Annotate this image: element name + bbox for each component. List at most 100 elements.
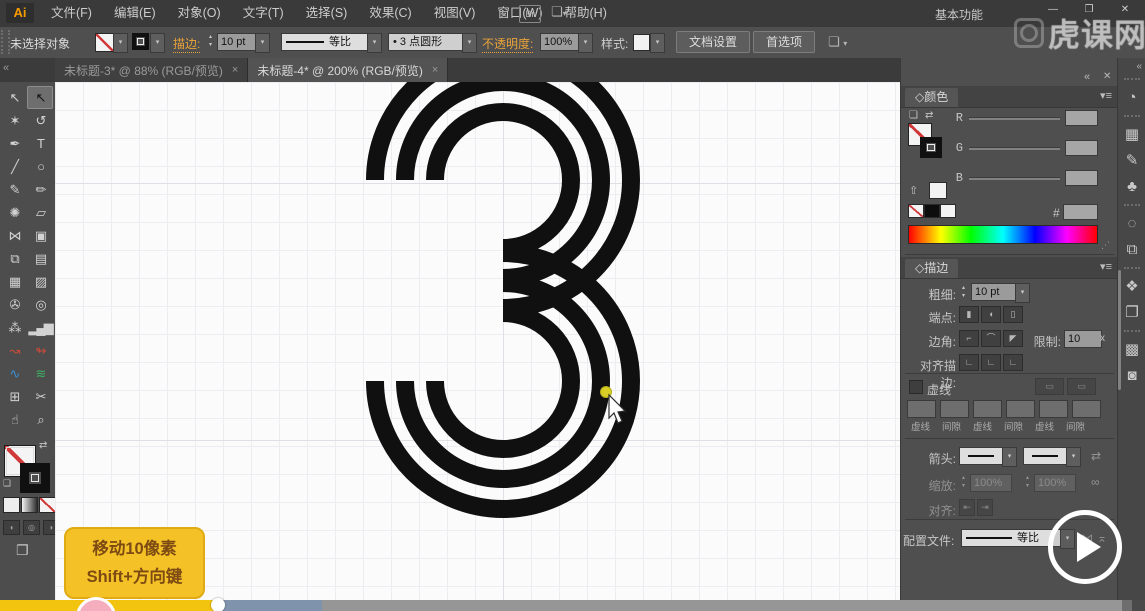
tab-close-icon[interactable]: × (432, 64, 438, 76)
channel-value-input[interactable] (1065, 110, 1098, 126)
arrowhead-start-dropdown[interactable]: ▾ (1002, 447, 1017, 467)
video-progress-bar[interactable] (0, 600, 1145, 611)
color-guide-panel-icon[interactable]: ◔ (1120, 85, 1144, 109)
brush-definition-select[interactable]: • 3 点圆形 (388, 33, 470, 51)
artboard-tool[interactable]: ⊞ (2, 386, 26, 407)
ellipse-tool[interactable]: ○ (28, 156, 52, 177)
menu-type[interactable]: 文字(T) (232, 0, 295, 27)
preferences-button[interactable]: 首选项 (753, 31, 815, 53)
variable-width-dropdown[interactable]: ▾ (367, 33, 382, 53)
menu-edit[interactable]: 编辑(E) (103, 0, 167, 27)
menu-file[interactable]: 文件(F) (40, 0, 103, 27)
opacity-label[interactable]: 不透明度: (482, 35, 533, 53)
channel-slider[interactable] (969, 177, 1060, 180)
paintbrush-tool[interactable]: ✎ (2, 179, 26, 200)
symbols-panel-icon[interactable]: ♣ (1120, 174, 1144, 198)
black-swatch[interactable] (924, 204, 940, 218)
tab-untitled-3[interactable]: 未标题-3* @ 88% (RGB/预览) × (55, 58, 248, 82)
dock-group-handle[interactable] (1124, 204, 1140, 209)
gradient-mode-button[interactable] (21, 497, 38, 513)
channel-value-input[interactable] (1065, 140, 1098, 156)
dash-value-input[interactable] (940, 400, 969, 418)
options-bar-grip[interactable] (1, 30, 10, 54)
plugin-green-wave-tool[interactable]: ≋ (28, 363, 52, 384)
dock-group-handle[interactable] (1124, 115, 1140, 120)
arrowhead-end-select[interactable] (1023, 447, 1067, 465)
dash-preserve-button[interactable]: ▭ (1067, 378, 1096, 395)
channel-slider[interactable] (969, 117, 1060, 120)
stroke-panel-menu-icon[interactable]: ▾≡ (1100, 260, 1112, 273)
menu-effect[interactable]: 效果(C) (358, 0, 422, 27)
line-segment-tool[interactable]: ╱ (2, 156, 26, 177)
style-swatch[interactable] (633, 34, 650, 51)
fill-color-swatch[interactable] (95, 33, 114, 52)
bridge-icon[interactable]: Br (519, 5, 541, 23)
duplicate-swatch-icon[interactable]: ❏ (909, 110, 918, 121)
column-graph-tool[interactable]: ▂▄▆ (28, 317, 52, 338)
fill-color-dropdown[interactable]: ▾ (113, 33, 128, 53)
dashed-line-checkbox[interactable] (909, 380, 923, 394)
document-setup-button[interactable]: 文档设置 (676, 31, 750, 53)
align-stroke-button[interactable]: ∟ (981, 354, 1001, 371)
progress-knob[interactable] (211, 598, 225, 611)
mesh-tool[interactable]: ▦ (2, 271, 26, 292)
workspace-switcher[interactable]: 基本功能 (935, 6, 983, 23)
dash-value-input[interactable] (907, 400, 936, 418)
shape-builder-tool[interactable]: ⧉ (2, 248, 26, 269)
none-swatch[interactable] (908, 204, 924, 218)
arrow-align-button[interactable]: ⇥ (977, 499, 993, 516)
dock-group-handle[interactable] (1124, 330, 1140, 335)
panel-scrollbar[interactable] (1118, 270, 1121, 390)
channel-slider[interactable] (969, 147, 1060, 150)
blend-tool[interactable]: ◎ (28, 294, 52, 315)
lasso-tool[interactable]: ↺ (28, 110, 52, 131)
swap-fill-stroke-mini-icon[interactable]: ⇄ (925, 110, 933, 121)
menu-select[interactable]: 选择(S) (295, 0, 359, 27)
arrowhead-end-dropdown[interactable]: ▾ (1066, 447, 1081, 467)
cap-button[interactable]: ◖ (981, 306, 1001, 323)
menu-object[interactable]: 对象(O) (167, 0, 232, 27)
color-panel-menu-icon[interactable]: ▾≡ (1100, 89, 1112, 102)
shift-color-icon[interactable]: ⇧ (909, 184, 918, 197)
stroke-weight-stepper[interactable]: ▴▾ (206, 32, 215, 50)
panel-collapse-chevron[interactable]: « (1084, 71, 1090, 83)
plugin-red-arc-tool[interactable]: ↝ (2, 340, 26, 361)
layers-panel-icon[interactable]: ❖ (1120, 274, 1144, 298)
direct-selection-tool[interactable]: ↖ (27, 86, 53, 109)
free-transform-tool[interactable]: ▣ (28, 225, 52, 246)
arrow-align-button[interactable]: ⇤ (959, 499, 975, 516)
panel-close-icon[interactable]: ✕ (1103, 71, 1111, 82)
gradient-tool[interactable]: ▨ (28, 271, 52, 292)
pencil-tool[interactable]: ✏ (28, 179, 52, 200)
swatches-panel-icon[interactable]: ▦ (1120, 122, 1144, 146)
eyedropper-tool[interactable]: ✇ (2, 294, 26, 315)
dash-value-input[interactable] (1072, 400, 1101, 418)
stroke-weight-dropdown[interactable]: ▾ (255, 33, 270, 53)
corner-button[interactable]: ◤ (1003, 330, 1023, 347)
stroke-color-dropdown[interactable]: ▾ (150, 33, 165, 53)
weight-dropdown[interactable]: ▾ (1015, 283, 1030, 303)
selection-tool[interactable]: ↖ (2, 87, 26, 108)
cap-button[interactable]: ▯ (1003, 306, 1023, 323)
corner-button[interactable]: ⌒ (981, 330, 1001, 347)
stroke-panel-tab[interactable]: ◇描边 (905, 259, 958, 278)
color-mode-button[interactable] (3, 497, 20, 513)
dash-preserve-button[interactable]: ▭ (1035, 378, 1064, 395)
plugin-blue-zigzag-tool[interactable]: ∿ (2, 363, 26, 384)
slice-tool[interactable]: ✂ (28, 386, 52, 407)
white-swatch[interactable] (940, 204, 956, 218)
magic-wand-tool[interactable]: ✶ (2, 110, 26, 131)
artboards-panel-icon[interactable]: ❐ (1120, 300, 1144, 324)
last-color-swatch[interactable] (929, 182, 947, 199)
panel-resize-grip[interactable]: ⋰ (1101, 240, 1110, 251)
plugin-red-star-arc-tool[interactable]: ↬ (28, 340, 52, 361)
miter-limit-input[interactable]: 10 (1064, 330, 1102, 348)
dash-value-input[interactable] (973, 400, 1002, 418)
scale-start-stepper[interactable]: ▴▾ (959, 473, 968, 491)
dock-group-handle[interactable] (1124, 78, 1140, 83)
brush-dropdown[interactable]: ▾ (462, 33, 477, 53)
stroke-weight-label[interactable]: 描边: (173, 35, 200, 53)
scale-end-input[interactable]: 100% (1034, 474, 1076, 492)
gradient-panel-icon[interactable]: ▩ (1120, 337, 1144, 361)
arrowhead-start-select[interactable] (959, 447, 1003, 465)
